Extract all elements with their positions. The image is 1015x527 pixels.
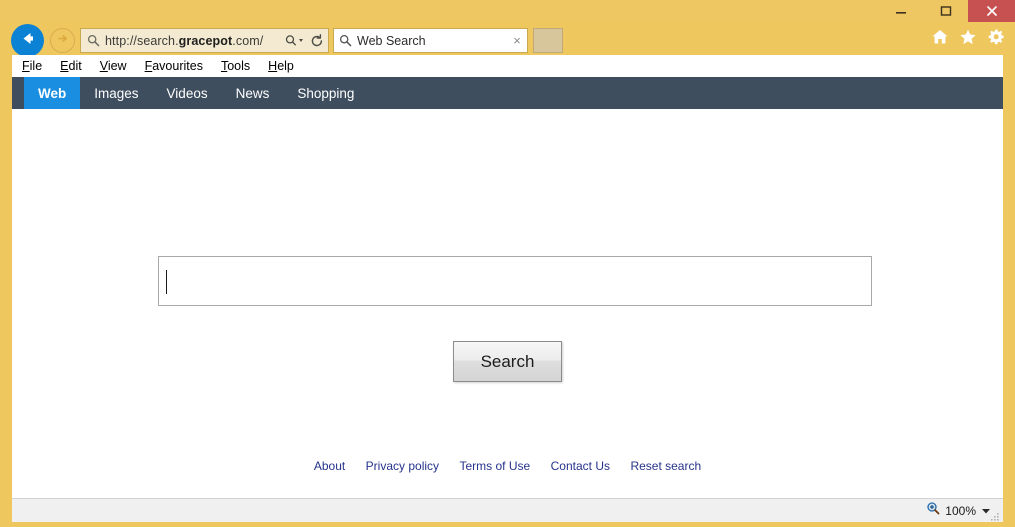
menu-item-view[interactable]: View [100,59,127,73]
tab-images[interactable]: Images [80,77,152,109]
close-button[interactable] [968,0,1015,22]
search-dropdown-icon[interactable] [284,34,306,47]
link-terms-of-use[interactable]: Terms of Use [459,459,530,473]
title-bar [0,0,1015,22]
footer-links: About Privacy policy Terms of Use Contac… [12,457,1003,475]
address-bar[interactable]: http://search.gracepot.com/ [80,28,329,53]
browser-window: http://search.gracepot.com/ [0,0,1015,527]
search-icon [81,34,105,47]
provider-search-value: Web Search [357,34,507,48]
forward-button[interactable] [50,28,75,53]
page-content: File Edit View Favourites Tools Help Web… [12,55,1003,498]
zoom-in-icon [926,501,940,520]
zoom-control[interactable]: 100% [926,501,991,520]
close-icon[interactable]: × [507,33,527,48]
search-button[interactable]: Search [453,341,562,382]
status-bar: 100% [12,498,1003,522]
arrow-left-icon [18,29,37,53]
minimize-button[interactable] [878,0,923,22]
favorites-star-icon[interactable] [959,28,977,46]
settings-gear-icon[interactable] [987,28,1005,46]
menu-item-tools[interactable]: Tools [221,59,250,73]
back-button[interactable] [11,24,44,57]
text-cursor [166,270,167,294]
tab-videos[interactable]: Videos [153,77,222,109]
menu-item-favourites[interactable]: Favourites [145,59,203,73]
home-icon[interactable] [931,28,949,46]
menu-item-help[interactable]: Help [268,59,294,73]
menu-item-file[interactable]: File [22,59,42,73]
search-input[interactable] [158,256,872,306]
new-tab-button[interactable] [533,28,563,53]
provider-search-box[interactable]: Web Search × [333,28,528,53]
menu-bar: File Edit View Favourites Tools Help [12,55,1003,77]
window-controls [878,0,1015,22]
tab-news[interactable]: News [222,77,284,109]
search-icon [334,34,357,47]
resize-grip[interactable] [989,508,1001,520]
link-privacy-policy[interactable]: Privacy policy [366,459,439,473]
navigation-toolbar: http://search.gracepot.com/ [0,22,1015,55]
menu-item-edit[interactable]: Edit [60,59,82,73]
link-contact-us[interactable]: Contact Us [551,459,610,473]
refresh-icon[interactable] [306,34,328,48]
arrow-right-icon [55,31,70,51]
address-url: http://search.gracepot.com/ [105,34,284,48]
link-about[interactable]: About [314,459,345,473]
browser-toolbar-icons [931,28,1005,46]
tab-shopping[interactable]: Shopping [283,77,368,109]
zoom-level: 100% [945,504,976,518]
site-nav-bar: Web Images Videos News Shopping [12,77,1003,109]
maximize-button[interactable] [923,0,968,22]
search-page: Search About Privacy policy Terms of Use… [12,109,1003,498]
link-reset-search[interactable]: Reset search [630,459,701,473]
tab-web[interactable]: Web [24,77,80,109]
